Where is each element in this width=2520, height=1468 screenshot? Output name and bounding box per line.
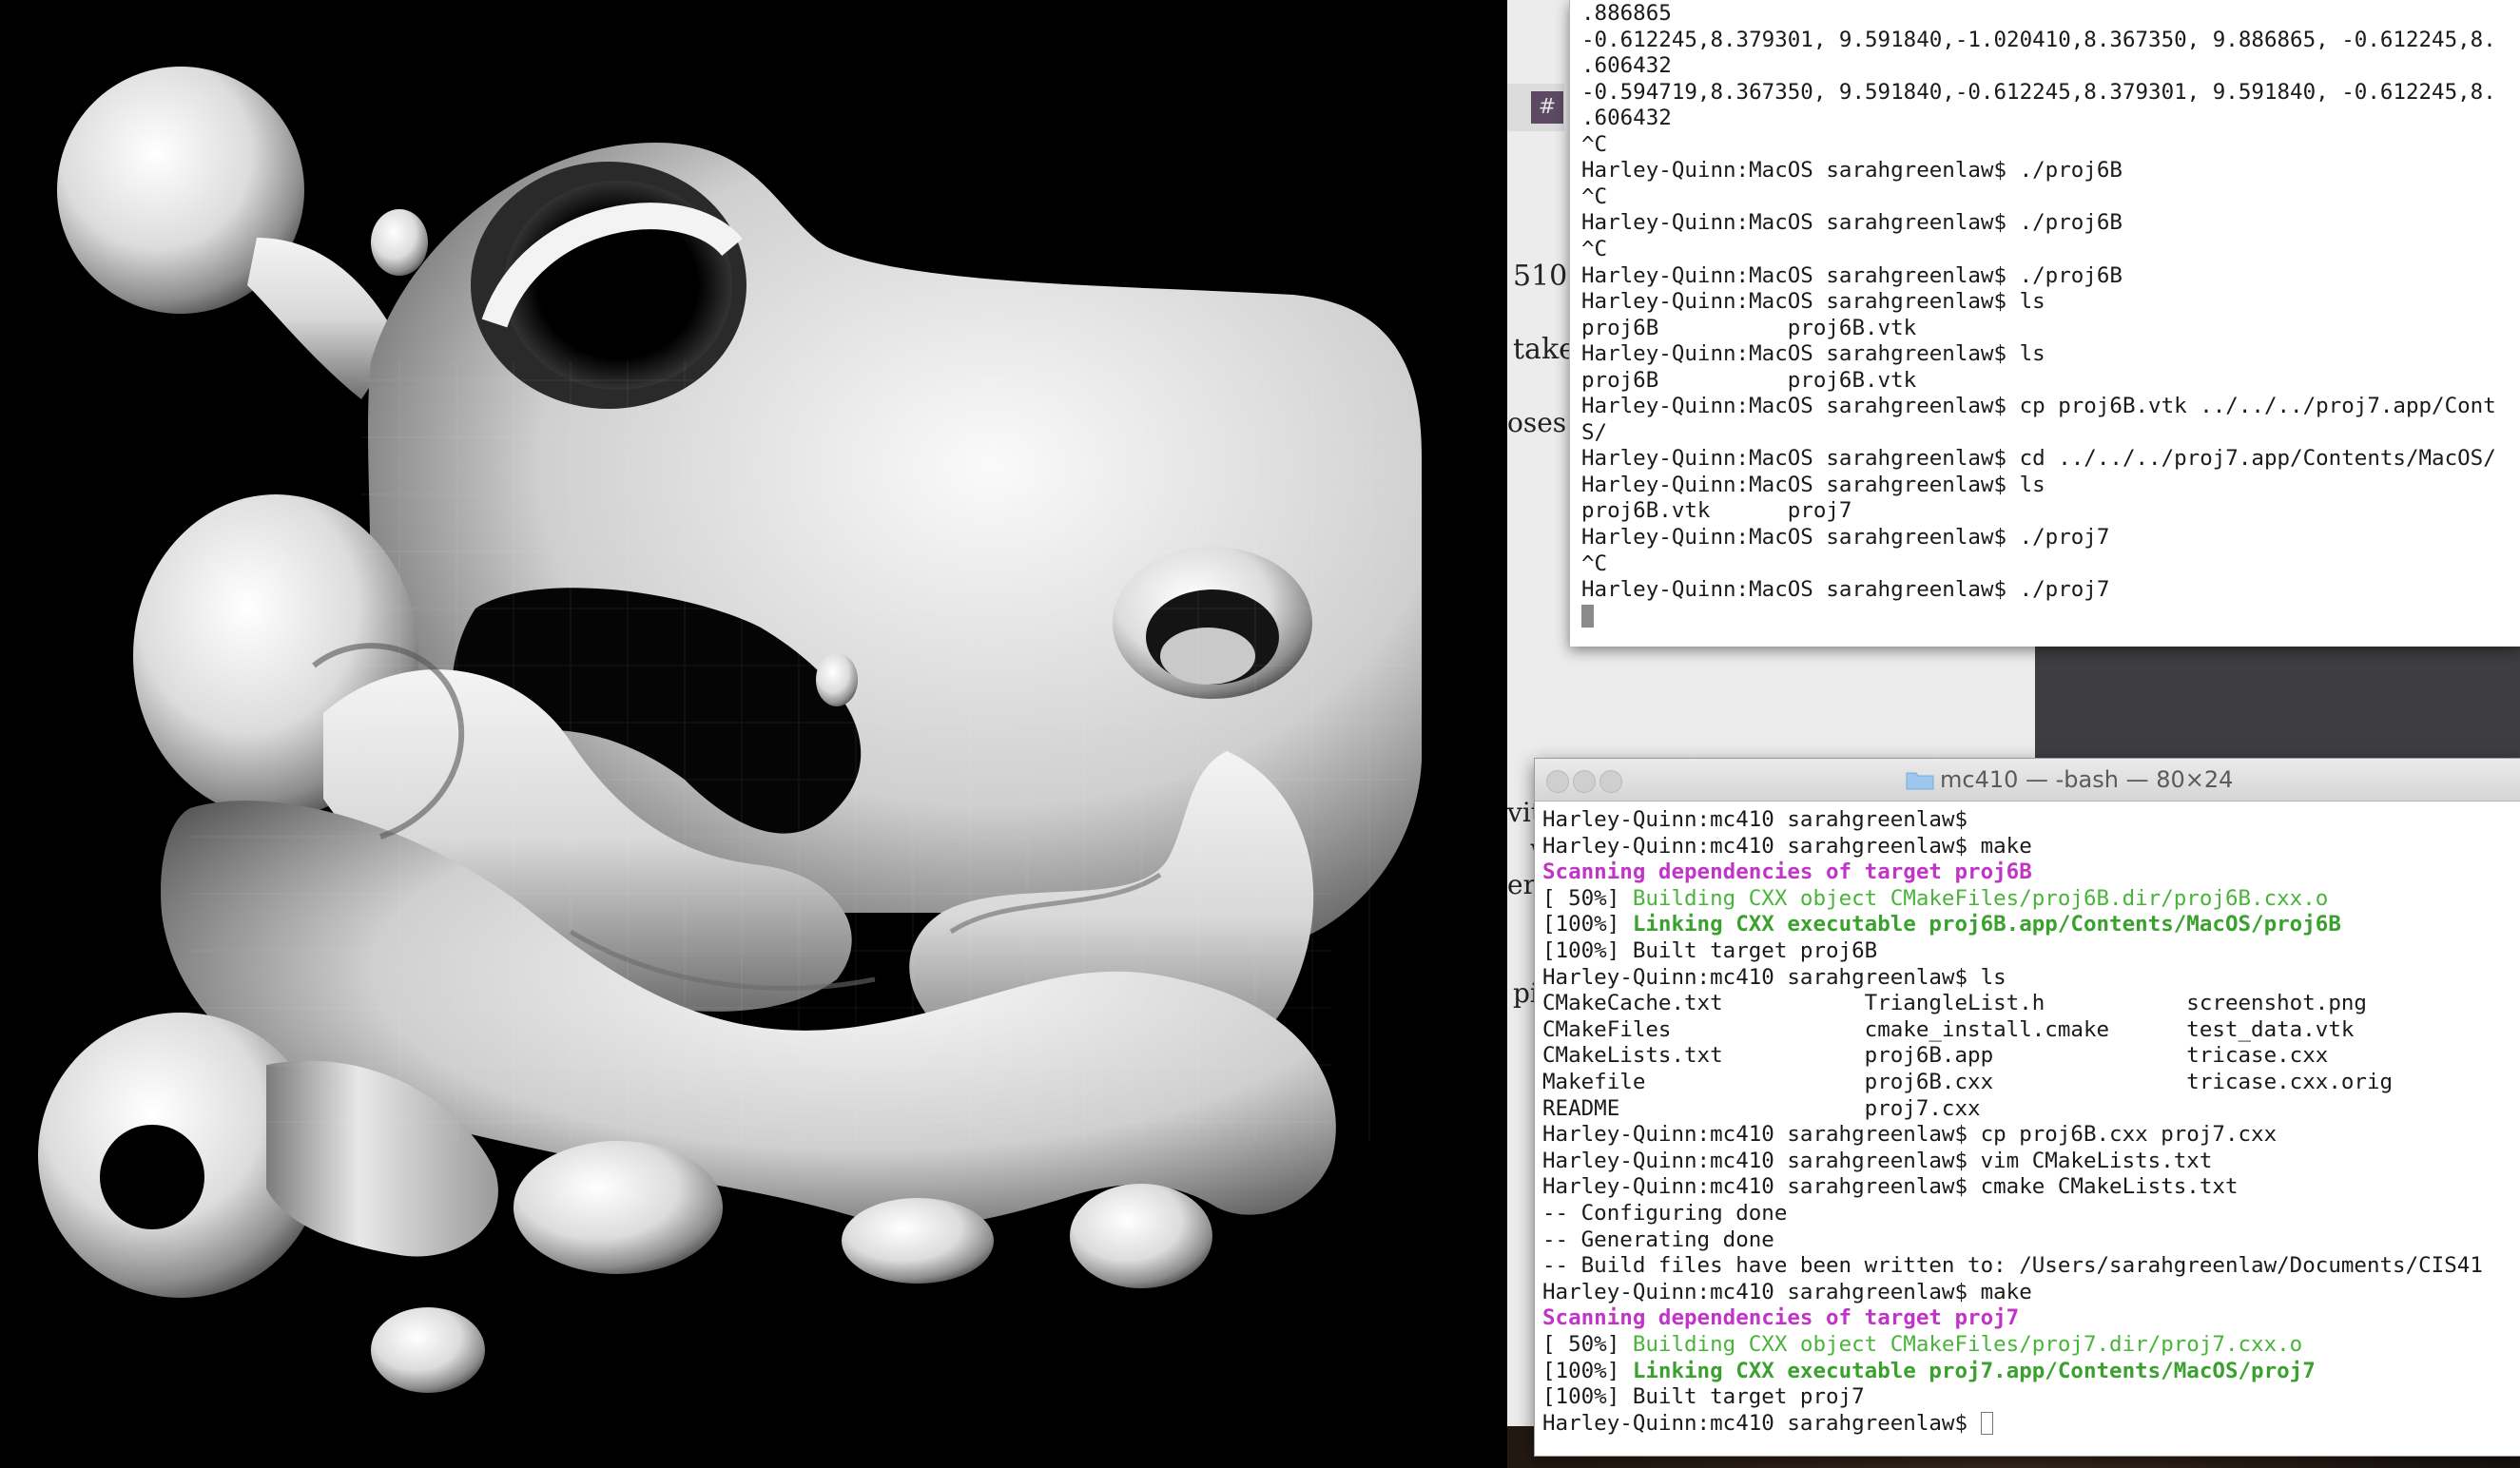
terminal-line: CMakeFiles cmake_install.cmake test_data…	[1542, 1016, 2355, 1042]
terminal-line: Harley-Quinn:MacOS sarahgreenlaw$ ls	[1581, 472, 2045, 497]
terminal-line: Harley-Quinn:mc410 sarahgreenlaw$ ls	[1542, 964, 2006, 990]
terminal-line: ^C	[1581, 550, 1608, 576]
hash-tab-icon[interactable]: #	[1531, 91, 1563, 124]
terminal-line: -0.594719,8.367350, 9.591840,-0.612245,8…	[1581, 79, 2496, 105]
terminal-line: Harley-Quinn:mc410 sarahgreenlaw$ vim CM…	[1542, 1148, 2213, 1173]
terminal-line: -- Generating done	[1542, 1227, 1774, 1252]
terminal-line: -- Build files have been written to: /Us…	[1542, 1253, 2483, 1279]
terminal-line: proj6B.vtk proj7	[1581, 498, 1852, 524]
terminal-line: CMakeCache.txt TriangleList.h screenshot…	[1542, 991, 2367, 1016]
terminal-line: Harley-Quinn:mc410 sarahgreenlaw$	[1542, 807, 1968, 832]
terminal-line: Harley-Quinn:mc410 sarahgreenlaw$ cmake …	[1542, 1174, 2239, 1200]
window-title: mc410 — -bash — 80×24	[1906, 759, 2233, 801]
terminal-line: .886865	[1581, 1, 1672, 26]
terminal-line: Harley-Quinn:mc410 sarahgreenlaw$ cp pro…	[1542, 1122, 2278, 1148]
terminal-line: ^C	[1581, 131, 1608, 157]
desktop-background	[2035, 647, 2520, 761]
terminal-line: CMakeLists.txt proj6B.app tricase.cxx	[1542, 1043, 2329, 1069]
terminal-line: ^C	[1581, 184, 1608, 209]
terminal-line: Harley-Quinn:MacOS sarahgreenlaw$ ./proj…	[1581, 210, 2123, 236]
terminal-line: [ 50%] Building CXX object CMakeFiles/pr…	[1542, 885, 2329, 911]
terminal-output[interactable]: .886865 -0.612245,8.379301, 9.591840,-1.0…	[1581, 0, 2520, 647]
render-window[interactable]	[0, 0, 1507, 1468]
terminal-line: Scanning dependencies of target proj7	[1542, 1305, 2020, 1331]
terminal-line: Harley-Quinn:MacOS sarahgreenlaw$ ls	[1581, 289, 2045, 315]
doc-fragment: take	[1513, 333, 1576, 366]
terminal-line: [100%] Linking CXX executable proj6B.app…	[1542, 912, 2341, 937]
terminal-line: [100%] Built target proj6B	[1542, 938, 1878, 963]
terminal-line: Harley-Quinn:MacOS sarahgreenlaw$ cd ../…	[1581, 446, 2496, 472]
terminal-line: ^C	[1581, 236, 1608, 261]
terminal-line: -- Configuring done	[1542, 1201, 1788, 1226]
terminal-line: Harley-Quinn:MacOS sarahgreenlaw$ ./proj…	[1581, 525, 2110, 550]
folder-icon	[1906, 772, 1934, 790]
zoom-button[interactable]	[1599, 770, 1622, 793]
terminal-line: Harley-Quinn:MacOS sarahgreenlaw$ ./proj…	[1581, 262, 2123, 288]
terminal-output[interactable]: Harley-Quinn:mc410 sarahgreenlaw$ Harley-…	[1542, 806, 2517, 1453]
terminal-line: Harley-Quinn:MacOS sarahgreenlaw$ ./proj…	[1581, 158, 2123, 184]
terminal-line: Harley-Quinn:mc410 sarahgreenlaw$ make	[1542, 1279, 2032, 1304]
doc-fragment: 510	[1513, 260, 1568, 293]
window-title-text: mc410 — -bash — 80×24	[1940, 766, 2234, 793]
terminal-line: proj6B proj6B.vtk	[1581, 367, 1917, 393]
terminal-line: Harley-Quinn:mc410 sarahgreenlaw$ make	[1542, 833, 2032, 859]
terminal-line: Scanning dependencies of target proj6B	[1542, 860, 2032, 885]
terminal-line	[1581, 603, 1594, 629]
terminal-line: Makefile proj6B.cxx tricase.cxx.orig	[1542, 1070, 2394, 1094]
terminal-line: Harley-Quinn:MacOS sarahgreenlaw$ ./proj…	[1581, 577, 2110, 603]
terminal-line: proj6B proj6B.vtk	[1581, 315, 1917, 340]
terminal-line: [100%] Built target proj7	[1542, 1384, 1865, 1410]
text-cursor	[1980, 1412, 1993, 1436]
text-cursor	[1581, 605, 1594, 628]
terminal-line: [ 50%] Building CXX object CMakeFiles/pr…	[1542, 1332, 2303, 1357]
terminal-line: Harley-Quinn:MacOS sarahgreenlaw$ ls	[1581, 341, 2045, 367]
terminal-line: README proj7.cxx	[1542, 1095, 1981, 1121]
terminal-window-macos[interactable]: .886865 -0.612245,8.379301, 9.591840,-1.0…	[1569, 0, 2520, 647]
terminal-line: .606432	[1581, 53, 1672, 79]
isosurface-mesh-render[interactable]	[0, 0, 1507, 1468]
close-button[interactable]	[1546, 770, 1569, 793]
terminal-line: S/	[1581, 419, 1608, 445]
window-titlebar[interactable]: mc410 — -bash — 80×24	[1535, 759, 2520, 802]
terminal-line: Harley-Quinn:mc410 sarahgreenlaw$	[1542, 1410, 1993, 1437]
terminal-line: .606432	[1581, 106, 1672, 131]
minimize-button[interactable]	[1573, 770, 1596, 793]
terminal-window-mc410[interactable]: mc410 — -bash — 80×24 Harley-Quinn:mc410…	[1534, 758, 2520, 1457]
terminal-line: -0.612245,8.379301, 9.591840,-1.020410,8…	[1581, 27, 2496, 52]
terminal-line: Harley-Quinn:MacOS sarahgreenlaw$ cp pro…	[1581, 394, 2496, 419]
terminal-line: [100%] Linking CXX executable proj7.app/…	[1542, 1358, 2316, 1383]
